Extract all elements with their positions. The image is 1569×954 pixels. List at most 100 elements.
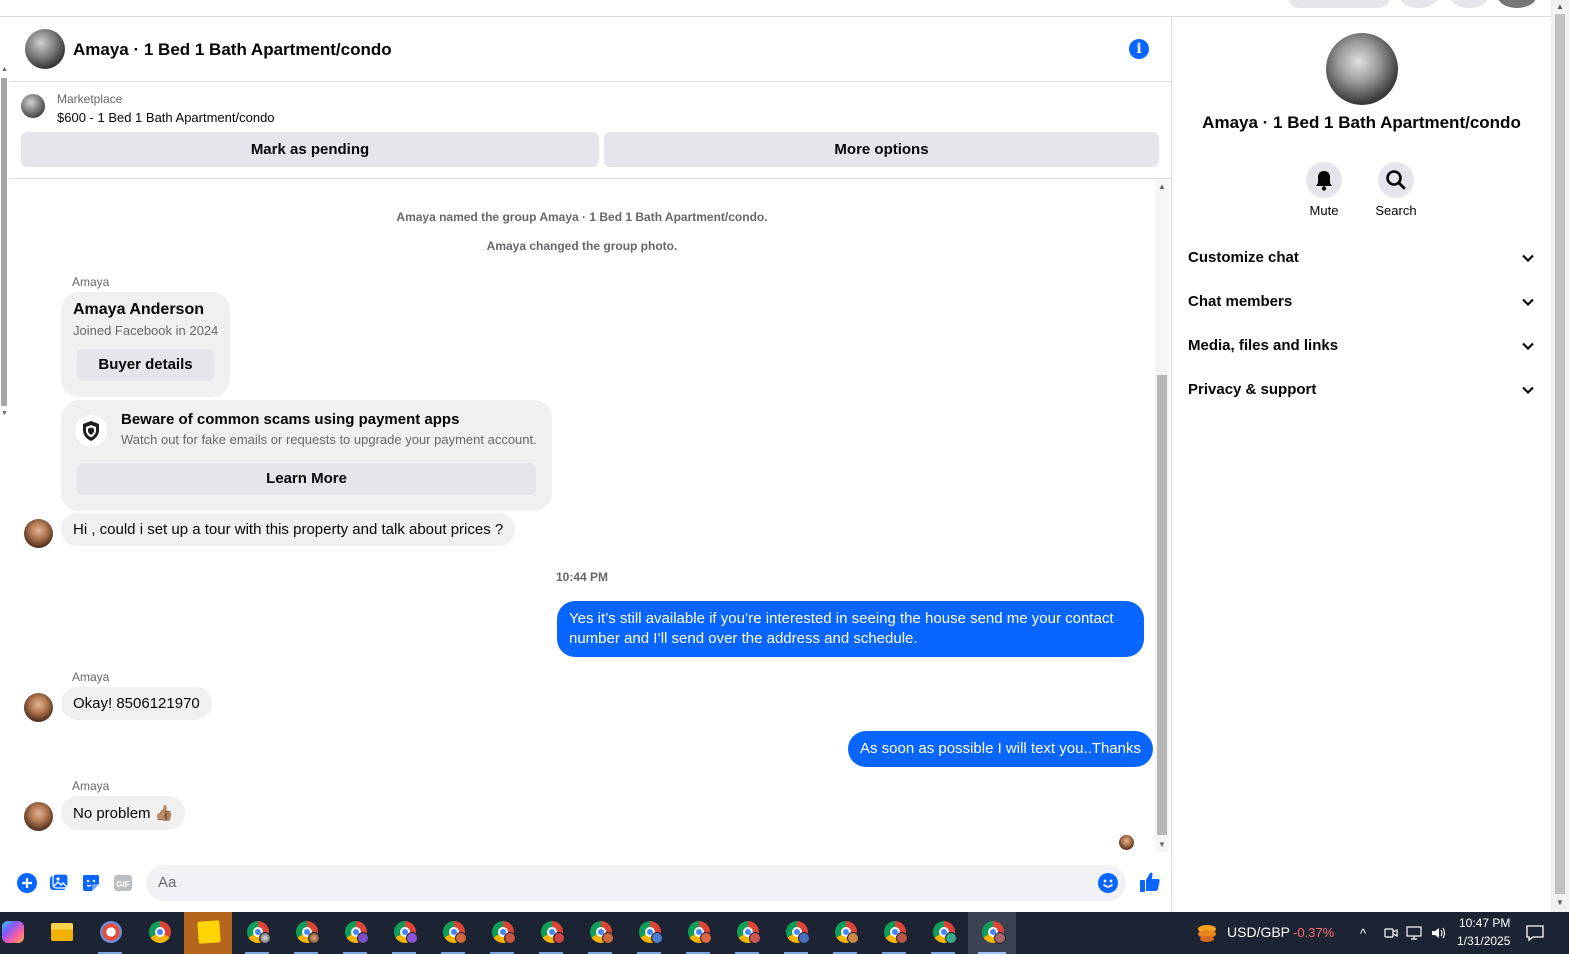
amaya-avatar[interactable] [24, 693, 53, 722]
profile-badge [308, 932, 320, 944]
customize-chat-section[interactable]: Customize chat [1188, 239, 1538, 279]
message-input[interactable]: Aa [146, 865, 1126, 901]
marketplace-listing-bar: Marketplace $600 - 1 Bed 1 Bath Apartmen… [9, 83, 1171, 179]
section-label: Media, files and links [1188, 337, 1339, 354]
media-files-links-section[interactable]: Media, files and links [1188, 327, 1538, 367]
buyer-details-button[interactable]: Buyer details [77, 349, 214, 381]
chrome-profile-icon[interactable] [233, 912, 281, 954]
scroll-up-arrow-icon[interactable]: ▲ [1155, 182, 1169, 191]
privacy-support-section[interactable]: Privacy & support [1188, 371, 1538, 411]
chrome-profile-icon[interactable] [919, 912, 967, 954]
top-bar-icon-button[interactable] [1400, 0, 1438, 8]
section-label: Chat members [1188, 293, 1293, 310]
mute-button[interactable]: Mute [1294, 162, 1354, 218]
svg-text:GIF: GIF [116, 880, 129, 889]
profile-badge [259, 932, 271, 944]
scroll-down-arrow-icon[interactable]: ▼ [1155, 840, 1169, 849]
scrollbar-thumb[interactable] [1555, 14, 1565, 894]
chat-title[interactable]: Amaya · 1 Bed 1 Bath Apartment/condo [73, 40, 392, 60]
more-options-button[interactable]: More options [604, 132, 1159, 167]
clock-date[interactable]: 1/31/2025 [1457, 934, 1510, 948]
chrome-profile-icon[interactable] [429, 912, 477, 954]
top-bar-pill[interactable] [1288, 0, 1390, 8]
learn-more-button[interactable]: Learn More [77, 463, 536, 495]
profile-badge [651, 932, 663, 944]
like-icon[interactable] [1139, 871, 1161, 893]
scrollbar-thumb[interactable] [1, 78, 7, 406]
scroll-up-arrow-icon[interactable]: ▲ [0, 66, 9, 73]
account-avatar[interactable] [1498, 0, 1536, 8]
left-scrollbar[interactable]: ▲ ▼ [0, 66, 9, 426]
profile-badge [798, 932, 810, 944]
volume-icon[interactable] [1431, 926, 1447, 943]
listing-thumbnail[interactable] [21, 94, 45, 118]
incoming-message[interactable]: No problem 👍🏽 [61, 796, 186, 830]
chrome-profile-icon[interactable] [478, 912, 526, 954]
scrollbar-thumb[interactable] [1157, 375, 1167, 835]
chrome-profile-icon[interactable] [527, 912, 575, 954]
message-input-placeholder: Aa [158, 874, 177, 891]
chrome-profile-icon[interactable] [870, 912, 918, 954]
sender-name: Amaya [72, 779, 110, 793]
meet-icon[interactable] [1384, 926, 1398, 943]
page-scrollbar[interactable]: ▲ ▼ [1551, 0, 1569, 912]
profile-badge [602, 932, 614, 944]
section-label: Privacy & support [1188, 381, 1317, 398]
listing-title[interactable]: $600 - 1 Bed 1 Bath Apartment/condo [57, 110, 275, 125]
section-label: Customize chat [1188, 249, 1299, 266]
photo-icon[interactable] [49, 873, 69, 893]
mark-as-pending-button[interactable]: Mark as pending [21, 132, 599, 167]
group-avatar[interactable] [25, 29, 65, 69]
mute-label: Mute [1309, 203, 1339, 218]
group-photo[interactable] [1326, 33, 1398, 105]
info-icon[interactable]: i [1129, 39, 1149, 59]
sticky-notes-icon[interactable] [184, 912, 232, 954]
seen-receipt-avatar [1119, 835, 1134, 850]
chrome-profile-icon[interactable] [576, 912, 624, 954]
profile-badge [945, 932, 957, 944]
amaya-avatar[interactable] [24, 802, 53, 831]
outgoing-message[interactable]: As soon as possible I will text you..Tha… [848, 731, 1153, 767]
chrome-profile-icon[interactable] [331, 912, 379, 954]
incoming-message[interactable]: Hi , could i set up a tour with this pro… [61, 513, 516, 546]
chrome-icon[interactable] [135, 912, 183, 954]
scroll-up-arrow-icon[interactable]: ▲ [1551, 2, 1569, 11]
notifications-icon[interactable] [1526, 924, 1544, 945]
chrome-profile-icon[interactable] [821, 912, 869, 954]
chrome-profile-icon[interactable] [772, 912, 820, 954]
messages-scrollbar[interactable]: ▲ ▼ [1155, 180, 1169, 852]
buyer-joined: Joined Facebook in 2024 [73, 323, 219, 338]
amaya-avatar[interactable] [24, 519, 53, 548]
chrome-profile-icon-active[interactable] [968, 912, 1016, 954]
emoji-icon[interactable] [1098, 873, 1118, 898]
details-title: Amaya · 1 Bed 1 Bath Apartment/condo [1202, 113, 1521, 132]
incoming-message[interactable]: Okay! 8506121970 [61, 687, 212, 720]
search-button[interactable]: Search [1366, 162, 1426, 218]
chrome-profile-icon[interactable] [380, 912, 428, 954]
network-icon[interactable] [1406, 926, 1422, 943]
scroll-down-arrow-icon[interactable]: ▼ [1551, 898, 1569, 907]
chevron-down-icon [1522, 298, 1534, 307]
chat-members-section[interactable]: Chat members [1188, 283, 1538, 323]
clock-time[interactable]: 10:47 PM [1459, 916, 1510, 930]
sticker-icon[interactable] [81, 873, 101, 893]
chrome-profile-icon[interactable] [282, 912, 330, 954]
outgoing-message[interactable]: Yes it’s still available if you’re inter… [557, 601, 1144, 657]
stock-widget-icon[interactable] [1196, 922, 1218, 944]
marketplace-label: Marketplace [57, 92, 123, 106]
scroll-down-arrow-icon[interactable]: ▼ [0, 410, 9, 417]
plus-icon[interactable] [17, 873, 37, 893]
chevron-up-icon[interactable]: ^ [1360, 926, 1366, 941]
facebook-top-bar [0, 0, 1569, 17]
gif-icon[interactable]: GIF [113, 873, 133, 893]
profile-badge [700, 932, 712, 944]
top-bar-icon-button[interactable] [1450, 0, 1488, 8]
profile-badge [749, 932, 761, 944]
chrome-profile-icon[interactable] [674, 912, 722, 954]
snipping-tool-icon[interactable] [86, 912, 134, 954]
file-explorer-icon[interactable] [37, 912, 85, 954]
chrome-profile-icon[interactable] [723, 912, 771, 954]
message-timestamp: 10:44 PM [555, 570, 609, 584]
chrome-profile-icon[interactable] [625, 912, 673, 954]
ticker-symbol[interactable]: USD/GBP [1227, 924, 1290, 940]
